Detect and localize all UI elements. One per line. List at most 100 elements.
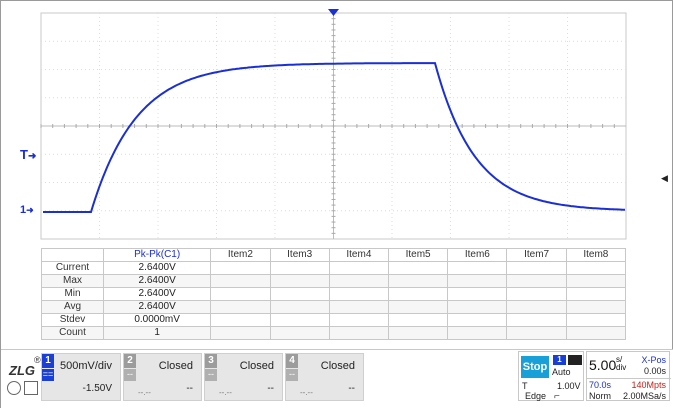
measurement-value: 2.6400V [102,261,212,275]
probe-icon[interactable] [7,381,21,395]
empty-cell [210,287,271,301]
empty-cell [565,274,627,288]
measurement-header-item3[interactable]: Item3 [269,248,330,262]
empty-cell [565,313,627,327]
empty-cell [506,287,567,301]
logo-text: ZLG [9,363,35,378]
measurement-header-row: Pk-Pk(C1) Item2 Item3 Item4 Item5 Item6 … [41,248,627,262]
collapse-panel-arrow-icon[interactable]: ◀ [661,173,668,184]
measurement-header-item1[interactable]: Pk-Pk(C1) [102,248,212,262]
measurement-row: Min 2.6400V [41,287,627,301]
time-span: 70.0s [589,380,612,390]
channel-4-number: 4 [286,354,298,368]
timebase-unit: s/ div [616,356,626,372]
acquisition-mode[interactable]: Norm [589,391,611,401]
trigger-t-label: T [522,381,528,391]
measurement-row-label: Max [41,274,104,288]
empty-cell [447,326,508,340]
trigger-panel[interactable]: Stop 1 Auto T 1.00V Edge ⌐ [518,351,584,402]
timebase-divider [587,378,671,379]
trigger-level[interactable]: 1.00V [557,381,581,391]
measurement-row: Current 2.6400V [41,261,627,275]
measurement-table: Pk-Pk(C1) Item2 Item3 Item4 Item5 Item6 … [41,248,627,340]
channel-3-offset: -- [267,383,274,394]
measurement-header-item2[interactable]: Item2 [210,248,271,262]
measurement-header-blank [41,248,104,262]
xpos-value[interactable]: 0.00s [644,366,666,376]
measurement-value: 2.6400V [102,287,212,301]
xpos-label: X-Pos [641,355,666,365]
empty-cell [565,300,627,314]
measurement-header-item4[interactable]: Item4 [328,248,390,262]
channel-1-panel[interactable]: 1 == 500mV/div -1.50V [41,353,121,401]
empty-cell [328,300,390,314]
empty-cell [565,326,627,340]
measurement-row-label: Min [41,287,104,301]
channel-3-coupling-icon: -- [205,369,217,381]
empty-cell [269,261,330,275]
measurement-row: Max 2.6400V [41,274,627,288]
empty-cell [210,326,271,340]
empty-cell [506,261,567,275]
arrow-right-icon: ➜ [27,151,37,162]
empty-cell [328,313,390,327]
empty-cell [447,261,508,275]
timebase-value[interactable]: 5.00 [589,357,616,373]
empty-cell [210,274,271,288]
trigger-type[interactable]: Edge [525,391,546,401]
channel-2-status: Closed [158,360,193,372]
axis-ticks [40,12,615,234]
measurement-row-label: Count [41,326,104,340]
trigger-coupling-icon [568,355,582,365]
empty-cell [565,287,627,301]
channel-1-ground-marker[interactable]: 1➜ [20,204,34,216]
waveform-display[interactable] [1,1,673,246]
timebase-unit-bottom: div [616,363,627,372]
measurement-header-item6[interactable]: Item6 [447,248,508,262]
empty-cell [269,313,330,327]
empty-cell [269,326,330,340]
empty-cell [269,274,330,288]
empty-cell [387,300,449,314]
sample-rate: 2.00MSa/s [622,391,666,401]
trigger-mode[interactable]: Auto [552,367,571,377]
run-stop-button[interactable]: Stop [521,356,549,378]
empty-cell [387,261,449,275]
channel-3-number: 3 [205,354,217,368]
empty-cell [387,274,449,288]
empty-cell [328,261,390,275]
channel-2-panel[interactable]: 2 -- Closed -- --.-- [123,353,202,401]
measurement-value: 2.6400V [102,300,212,314]
empty-cell [210,313,271,327]
empty-cell [447,287,508,301]
timebase-panel[interactable]: 5.00 s/ div X-Pos 0.00s 70.0s 140Mpts No… [586,351,671,401]
empty-cell [328,274,390,288]
trigger-level-marker[interactable]: T➜ [20,147,36,162]
memory-depth[interactable]: 140Mpts [631,380,666,390]
empty-cell [328,287,390,301]
channel-4-panel[interactable]: 4 -- Closed -- --.-- [285,353,364,401]
measurement-header-item8[interactable]: Item8 [565,248,627,262]
channel-3-panel[interactable]: 3 -- Closed -- --.-- [204,353,283,401]
empty-cell [210,300,271,314]
channel-3-status: Closed [239,360,274,372]
measurement-row-label: Avg [41,300,104,314]
image-icon[interactable] [24,381,38,395]
measurement-header-item5[interactable]: Item5 [387,248,449,262]
channel-1-scale: 500mV/div [60,360,112,372]
empty-cell [269,287,330,301]
empty-cell [506,300,567,314]
channel-1-coupling-icon: == [42,369,54,381]
channel-1-number: 1 [42,354,54,368]
measurement-row-label: Current [41,261,104,275]
empty-cell [565,261,627,275]
trigger-source-badge: 1 [553,355,566,365]
measurement-header-item7[interactable]: Item7 [506,248,567,262]
channel-2-dots: --.-- [138,388,151,397]
channel-4-status: Closed [320,360,355,372]
empty-cell [387,326,449,340]
measurement-value: 1 [102,326,212,340]
channel-2-offset: -- [186,383,193,394]
channel-1-offset: -1.50V [82,383,112,394]
channel-2-number: 2 [124,354,136,368]
